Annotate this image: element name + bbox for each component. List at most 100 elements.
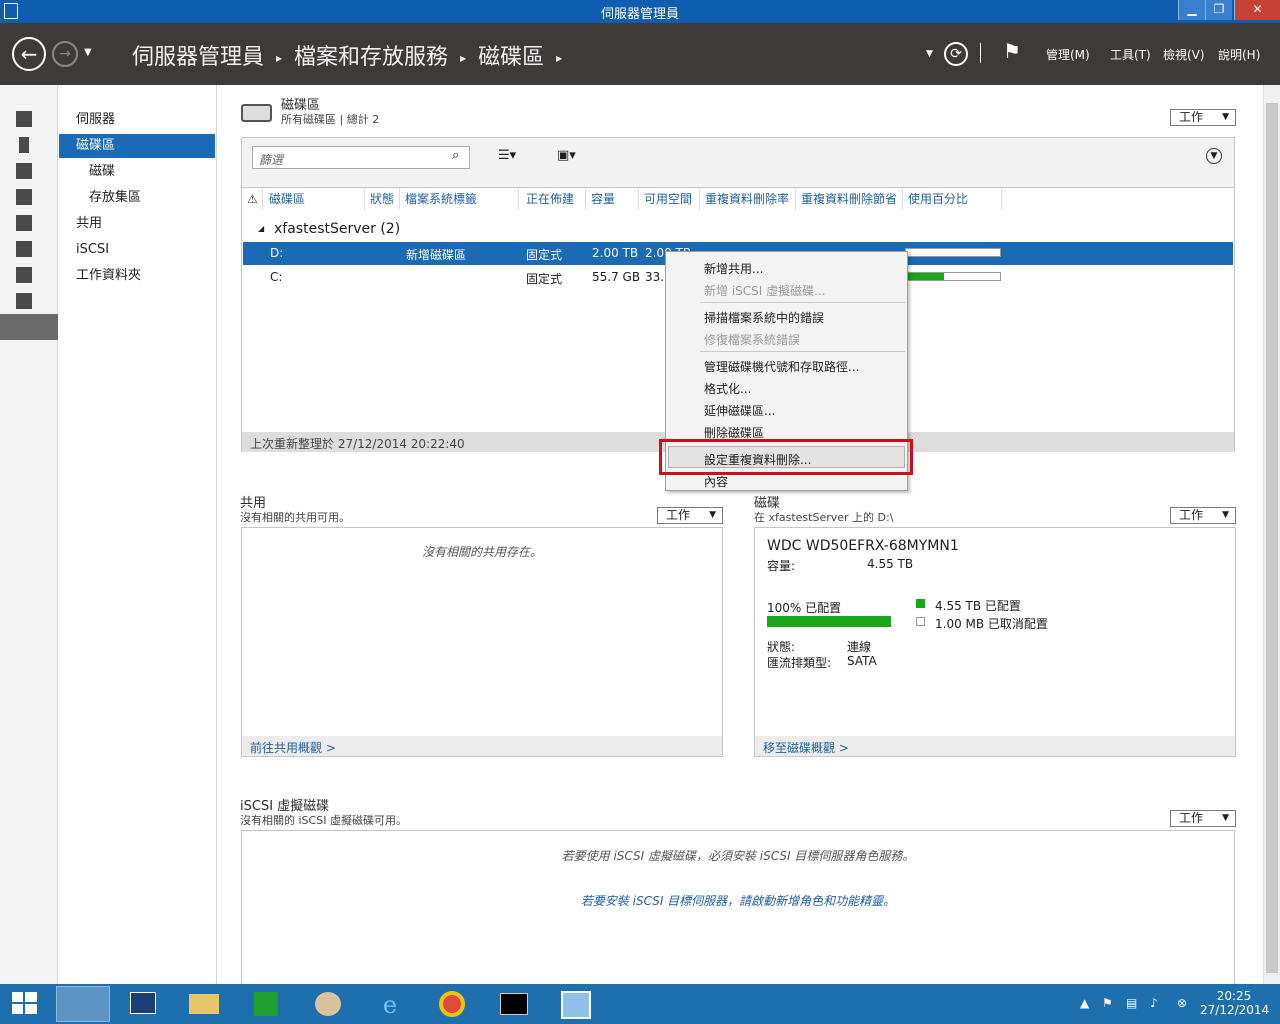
column-dedup-savings[interactable]: 重複資料刪除節省: [797, 188, 903, 210]
history-dropdown-icon[interactable]: ▼: [84, 47, 92, 58]
maximize-button[interactable]: ❐: [1205, 0, 1232, 20]
vertical-scrollbar[interactable]: [1263, 85, 1280, 985]
breadcrumb-item[interactable]: 檔案和存放服務: [294, 39, 448, 71]
column-status[interactable]: 狀態: [366, 188, 400, 210]
back-icon[interactable]: ←: [12, 37, 46, 71]
cell-volume: C:: [270, 270, 283, 284]
refresh-icon[interactable]: ⟳: [944, 42, 968, 66]
server-group-header[interactable]: xfastestServer (2): [274, 221, 400, 237]
volumes-tasks-button[interactable]: 工作 ▼: [1170, 109, 1236, 126]
shares-tasks-button[interactable]: 工作 ▼: [657, 507, 723, 524]
expand-icon[interactable]: ▼: [1206, 148, 1222, 164]
menu-separator: [700, 351, 905, 352]
network-icon[interactable]: ▤: [1126, 996, 1137, 1010]
file-server-icon[interactable]: [16, 293, 32, 309]
column-free-space[interactable]: 可用空間: [640, 188, 700, 210]
paint-taskbar-icon[interactable]: [301, 986, 355, 1022]
menu-item-scan-errors[interactable]: 掃描檔案系統中的錯誤: [704, 309, 824, 326]
menu-help[interactable]: 說明(H): [1218, 46, 1260, 63]
menu-manage[interactable]: 管理(M): [1046, 46, 1090, 63]
menu-item-format[interactable]: 格式化...: [704, 380, 751, 397]
shares-subtitle: 沒有相關的共用可用。: [240, 511, 350, 524]
close-button[interactable]: ✕: [1234, 0, 1280, 20]
allocation-bar-fill: [767, 616, 891, 627]
nav-item-servers[interactable]: 伺服器: [76, 108, 115, 132]
nav-item-shares[interactable]: 共用: [76, 212, 102, 236]
file-storage-services-icon[interactable]: [0, 314, 58, 340]
minimize-button[interactable]: ▁: [1178, 0, 1205, 20]
column-volume[interactable]: 磁碟區: [265, 188, 365, 210]
volume-icon[interactable]: ♪: [1150, 996, 1158, 1010]
disk-overview-link[interactable]: 移至磁碟概觀 >: [755, 736, 1235, 756]
notification-icon[interactable]: ⊗: [1177, 996, 1187, 1010]
dhcp-icon[interactable]: [16, 241, 32, 257]
column-capacity[interactable]: 容量: [587, 188, 639, 210]
nav-item-work-folders[interactable]: 工作資料夾: [76, 264, 141, 288]
usage-bar: [905, 248, 1001, 257]
usage-bar-fill: [906, 273, 944, 280]
cell-provisioning: 固定式: [526, 272, 563, 286]
column-provisioning[interactable]: 正在佈建: [522, 188, 586, 210]
windows-start-icon[interactable]: [12, 992, 38, 1016]
breadcrumb-item[interactable]: 伺服器管理員: [132, 39, 264, 71]
status-label: 狀態:: [767, 640, 796, 654]
window-titlebar: 伺服器管理員 ▁ ❐ ✕: [0, 0, 1280, 23]
dns-icon[interactable]: [16, 215, 32, 231]
warning-column-icon[interactable]: ⚠: [243, 188, 263, 210]
highlight-annotation-box: [659, 439, 913, 475]
iscsi-tasks-button[interactable]: 工作 ▼: [1170, 810, 1236, 827]
breadcrumb-dropdown-icon[interactable]: ▼: [926, 49, 933, 59]
clock[interactable]: 20:25 27/12/2014: [1200, 989, 1269, 1017]
collapse-group-icon[interactable]: ◢: [258, 224, 264, 233]
list-options-icon[interactable]: ☰▾: [498, 148, 516, 163]
save-query-icon[interactable]: ▣▾: [557, 148, 576, 163]
column-fs-label[interactable]: 檔案系統標籤: [401, 188, 519, 210]
tray-expand-icon[interactable]: ▲: [1080, 996, 1089, 1010]
flag-icon[interactable]: ⚑: [1003, 39, 1021, 63]
iis-icon[interactable]: [16, 267, 32, 283]
store-taskbar-icon[interactable]: [239, 986, 293, 1022]
sidebar-icon-strip: [0, 85, 58, 985]
menu-view[interactable]: 檢視(V): [1163, 46, 1205, 63]
column-dedup-rate[interactable]: 重複資料刪除率: [701, 188, 796, 210]
menu-item-extend-volume[interactable]: 延伸磁碟區...: [704, 402, 775, 419]
allocated-label: 100% 已配置: [767, 601, 842, 615]
chrome-taskbar-icon[interactable]: [425, 986, 479, 1022]
nav-item-storage-pools[interactable]: 存放集區: [89, 186, 141, 210]
search-icon[interactable]: ⌕: [452, 148, 459, 163]
menu-item-new-share[interactable]: 新增共用...: [704, 260, 763, 277]
local-server-icon[interactable]: [19, 137, 29, 153]
allocated-legend-swatch: [916, 599, 925, 608]
unallocated-legend-swatch: [916, 617, 925, 626]
tasks-label: 工作: [1179, 811, 1204, 825]
action-center-icon[interactable]: ⚑: [1102, 996, 1113, 1010]
menu-tools[interactable]: 工具(T): [1110, 46, 1151, 63]
menu-item-properties[interactable]: 內容: [704, 473, 728, 490]
dashboard-icon[interactable]: [16, 111, 32, 127]
nav-item-disks[interactable]: 磁碟: [89, 160, 115, 184]
disk-tasks-button[interactable]: 工作 ▼: [1170, 507, 1236, 524]
command-prompt-taskbar-icon[interactable]: [487, 986, 541, 1022]
shares-overview-link[interactable]: 前往共用概觀 >: [242, 736, 722, 756]
remote-desktop-taskbar-icon[interactable]: [549, 986, 603, 1022]
toolbar: ← → ▼ 伺服器管理員 ▸ 檔案和存放服務 ▸ 磁碟區 ▸ ▼ ⟳ ⚑ 管理(M) 工具…: [0, 23, 1280, 85]
ad-ds-icon[interactable]: [16, 189, 32, 205]
all-servers-icon[interactable]: [16, 163, 32, 179]
forward-icon[interactable]: →: [52, 41, 78, 67]
chevron-right-icon: ▸: [276, 51, 283, 65]
server-manager-taskbar-icon[interactable]: [56, 986, 110, 1022]
iscsi-install-link[interactable]: 若要安裝 iSCSI 目標伺服器，請啟動新增角色和功能精靈。: [242, 892, 1234, 909]
nav-item-volumes[interactable]: 磁碟區: [59, 134, 215, 158]
scrollbar-thumb[interactable]: [1266, 103, 1278, 973]
filter-input[interactable]: 篩選: [252, 146, 470, 169]
powershell-taskbar-icon[interactable]: [116, 986, 170, 1022]
column-percent-used[interactable]: 使用百分比: [904, 188, 1002, 210]
internet-explorer-taskbar-icon[interactable]: e: [363, 986, 417, 1022]
iscsi-panel: 若要使用 iSCSI 虛擬磁碟，必須安裝 iSCSI 目標伺服器角色服務。 若要…: [241, 830, 1235, 984]
file-explorer-taskbar-icon[interactable]: [177, 986, 231, 1022]
breadcrumb-item[interactable]: 磁碟區: [478, 39, 544, 71]
tasks-label: 工作: [1179, 110, 1204, 124]
cell-capacity: 2.00 TB: [592, 246, 639, 260]
nav-item-iscsi[interactable]: iSCSI: [76, 238, 109, 262]
menu-item-drive-letter[interactable]: 管理磁碟機代號和存取路徑...: [704, 358, 859, 375]
